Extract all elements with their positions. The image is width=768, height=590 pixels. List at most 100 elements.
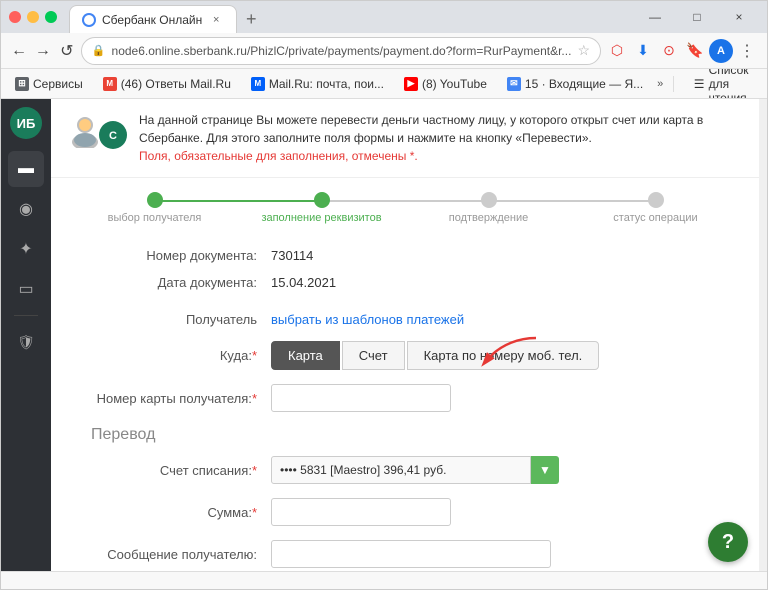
win-maximize-btn[interactable] <box>45 11 57 23</box>
download-icon[interactable]: ⬇ <box>631 39 655 63</box>
reading-list-btn[interactable]: ☰ Список для чтения <box>688 69 759 99</box>
doc-date-label: Дата документа: <box>91 275 271 290</box>
win-maximize-ctrl[interactable]: □ <box>677 2 717 32</box>
win-close-ctrl[interactable]: × <box>719 2 759 32</box>
step-dot-status <box>648 192 664 208</box>
status-bar <box>1 571 767 589</box>
transfer-section: Перевод Счет списания:* •••• 5831 [Maest… <box>51 426 759 568</box>
step-dot-details <box>314 192 330 208</box>
card-icon: ▬ <box>18 160 34 178</box>
new-tab-btn[interactable]: + <box>237 5 265 33</box>
scrollbar[interactable] <box>759 99 767 571</box>
arrow-indicator <box>481 333 541 371</box>
transfer-title: Перевод <box>91 426 719 444</box>
bookmark-mailru-answers-label: (46) Ответы Mail.Ru <box>121 77 231 91</box>
inbox-icon: ✉ <box>507 77 521 91</box>
bookmarks-more-btn[interactable]: » <box>657 78 663 90</box>
step-details: заполнение реквизитов <box>238 192 405 224</box>
account-select-arrow[interactable]: ▼ <box>531 456 559 484</box>
bookmark-inbox[interactable]: ✉ 15 · Входящие — Я... <box>501 75 649 93</box>
sberbank-logo-svg: С <box>99 121 127 149</box>
shield-icon: 🛡 <box>17 334 35 351</box>
step-dot-recipient <box>147 192 163 208</box>
sidebar-item-star[interactable]: ✦ <box>8 231 44 267</box>
message-input[interactable] <box>271 540 551 568</box>
step-recipient: выбор получателя <box>71 192 238 224</box>
step-label-recipient: выбор получателя <box>108 212 202 224</box>
account-row: Счет списания:* •••• 5831 [Maestro] 396,… <box>91 456 719 484</box>
sidebar-item-monitor[interactable]: ◉ <box>8 191 44 227</box>
sidebar-item-card[interactable]: ▬ <box>8 151 44 187</box>
tab-bar: Сбербанк Онлайн × + — □ × <box>69 1 759 33</box>
active-tab[interactable]: Сбербанк Онлайн × <box>69 5 237 33</box>
recipient-row: Получатель выбрать из шаблонов платежей <box>51 312 759 327</box>
arrow-svg <box>481 333 541 368</box>
help-button[interactable]: ? <box>708 522 748 562</box>
menu-icon[interactable]: ⋮ <box>735 39 759 63</box>
sidebar-divider <box>14 315 38 316</box>
win-minimize-ctrl[interactable]: — <box>635 2 675 32</box>
win-minimize-btn[interactable] <box>27 11 39 23</box>
info-block: С На данной странице Вы можете перевести… <box>51 99 759 178</box>
destination-buttons: Карта Счет Карта по номеру моб. тел. <box>271 341 599 370</box>
bookmark-services[interactable]: ⊞ Сервисы <box>9 75 89 93</box>
bookmark-youtube[interactable]: ▶ (8) YouTube <box>398 75 493 93</box>
window-buttons: — □ × <box>635 1 759 33</box>
title-bar: Сбербанк Онлайн × + — □ × <box>1 1 767 33</box>
content-area: ИБ ▬ ◉ ✦ ▭ 🛡 <box>1 99 767 571</box>
card-number-input[interactable] <box>271 384 451 412</box>
form-section: Номер документа: 730114 Дата документа: … <box>51 238 759 312</box>
bookmarks-separator <box>673 76 674 92</box>
step-label-confirm: подтверждение <box>449 212 528 224</box>
folder-icon: ▭ <box>18 279 33 299</box>
sidebar-item-folder[interactable]: ▭ <box>8 271 44 307</box>
forward-btn[interactable]: → <box>33 37 53 65</box>
info-text: На данной странице Вы можете перевести д… <box>139 111 743 165</box>
bookmarks-bar: ⊞ Сервисы M (46) Ответы Mail.Ru M Mail.R… <box>1 69 767 99</box>
recipient-template-link[interactable]: выбрать из шаблонов платежей <box>271 312 464 327</box>
doc-number-row: Номер документа: 730114 <box>91 248 719 263</box>
sidebar-avatar: ИБ <box>10 107 42 139</box>
dest-btn-card[interactable]: Карта <box>271 341 340 370</box>
sidebar-item-shield[interactable]: 🛡 <box>8 324 44 360</box>
bookmark-icon[interactable]: 🔖 <box>683 39 707 63</box>
step-status: статус операции <box>572 192 739 224</box>
bookmark-inbox-label: 15 · Входящие — Я... <box>525 77 643 91</box>
bookmark-mailru[interactable]: M Mail.Ru: почта, пои... <box>245 75 390 93</box>
svg-text:С: С <box>109 130 117 142</box>
dest-btn-account[interactable]: Счет <box>342 341 405 370</box>
step-dot-confirm <box>481 192 497 208</box>
tab-close-btn[interactable]: × <box>208 12 224 28</box>
win-close-btn[interactable] <box>9 11 21 23</box>
mailru-icon: M <box>251 77 265 91</box>
sidebar: ИБ ▬ ◉ ✦ ▭ 🛡 <box>1 99 51 571</box>
amount-row: Сумма:* <box>91 498 719 526</box>
doc-number-value: 730114 <box>271 248 313 263</box>
grid-icon: ⊞ <box>15 77 29 91</box>
reading-list-label: Список для чтения <box>709 69 753 99</box>
pdf-icon[interactable]: ⬡ <box>605 39 629 63</box>
doc-date-value: 15.04.2021 <box>271 275 336 290</box>
steps-bar: выбор получателя заполнение реквизитов п… <box>51 178 759 238</box>
star-icon[interactable]: ☆ <box>577 42 590 59</box>
bookmark-services-label: Сервисы <box>33 77 83 91</box>
mailru-answers-icon: M <box>103 77 117 91</box>
recipient-label: Получатель <box>91 312 271 327</box>
person-avatar-svg <box>67 112 103 148</box>
reading-list-icon: ☰ <box>694 77 705 91</box>
bookmark-mailru-label: Mail.Ru: почта, пои... <box>269 77 384 91</box>
opera-icon[interactable]: ⊙ <box>657 39 681 63</box>
window-controls <box>9 11 57 23</box>
page-content: С На данной странице Вы можете перевести… <box>51 99 759 571</box>
account-select[interactable]: •••• 5831 [Maestro] 396,41 руб. <box>271 456 531 484</box>
tab-title: Сбербанк Онлайн <box>102 13 202 27</box>
address-bar[interactable]: 🔒 node6.online.sberbank.ru/PhizlC/privat… <box>81 37 601 65</box>
account-icon[interactable]: A <box>709 39 733 63</box>
amount-input[interactable] <box>271 498 451 526</box>
back-btn[interactable]: ← <box>9 37 29 65</box>
bookmark-mailru-answers[interactable]: M (46) Ответы Mail.Ru <box>97 75 237 93</box>
dest-label: Куда:* <box>91 348 271 363</box>
refresh-btn[interactable]: ↺ <box>57 37 77 65</box>
destination-row: Куда:* Карта Счет Карта по номеру моб. т… <box>51 341 759 370</box>
account-select-wrapper: •••• 5831 [Maestro] 396,41 руб. ▼ <box>271 456 559 484</box>
